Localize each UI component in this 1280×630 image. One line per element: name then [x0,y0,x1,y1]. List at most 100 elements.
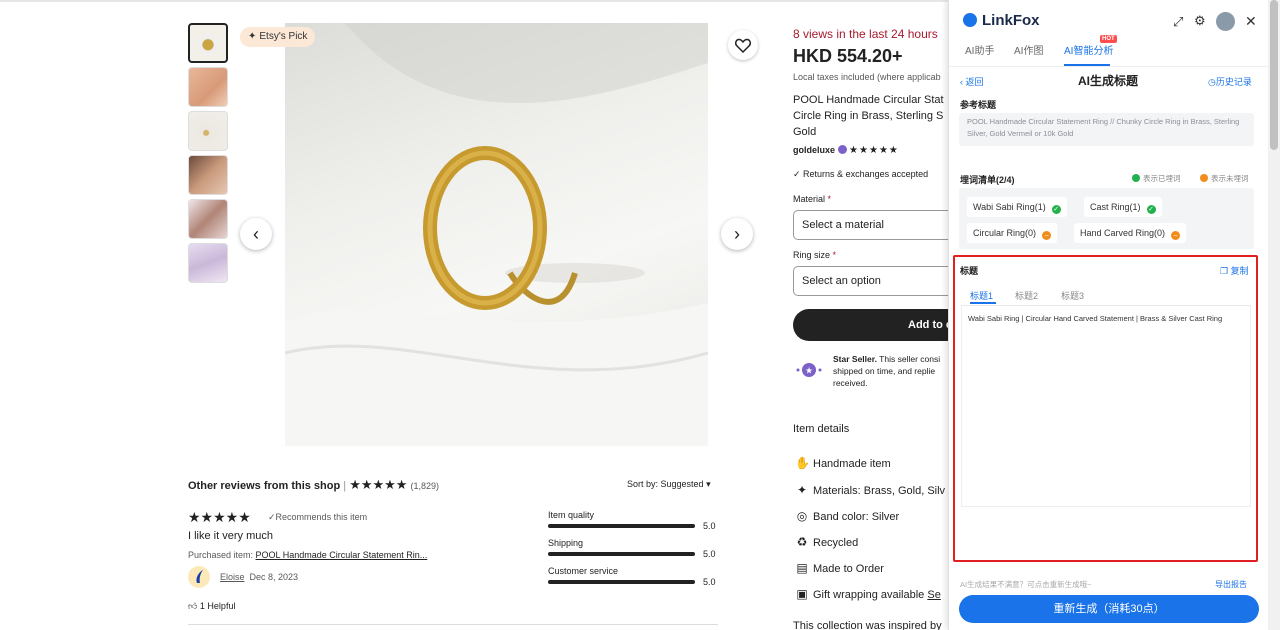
thumbnail-2[interactable] [188,67,228,107]
export-report-link[interactable]: 导出报告 [1215,579,1247,590]
rating-label-quality: Item quality [548,510,595,520]
thumbnail-4[interactable] [188,155,228,195]
svg-text:★: ★ [805,367,813,377]
purchased-item-link[interactable]: POOL Handmade Circular Statement Rin... [256,550,428,560]
star-seller-text: Star Seller. This seller consi shipped o… [833,354,941,388]
user-avatar[interactable] [1216,12,1235,31]
ref-title-label: 参考标题 [960,100,997,110]
reviews-header: Other reviews from this shop | ★★★★★ (1,… [188,477,440,492]
review-text: I like it very much [188,530,273,542]
green-dot-icon [1132,174,1140,182]
heart-icon [734,38,752,54]
purchased-item: Purchased item: POOL Handmade Circular S… [188,550,428,560]
prev-image-button[interactable]: ‹ [240,218,272,250]
back-button[interactable]: ‹ 返回 [960,75,984,88]
recycle-icon: ♻ [796,535,808,549]
linkfox-logo: LinkFox [963,12,1040,29]
ring-size-select[interactable]: Select an option [793,266,963,296]
shop-rating-stars: ★★★★★ [349,477,408,492]
review-count: (1,829) [410,481,440,491]
check-icon: ✓ [268,512,276,522]
copy-button[interactable]: ❐ 复制 [1220,264,1249,277]
ring-icon: ◎ [796,509,808,523]
detail-gift-wrapping: ▣ Gift wrapping available Se [796,587,941,601]
thumbnail-5[interactable] [188,199,228,239]
gear-icon[interactable]: ⚙ [1194,13,1206,29]
seller-name[interactable]: goldeluxe [793,145,835,155]
ring-size-label: Ring size * [793,250,837,260]
hot-badge: HOT [1100,35,1117,43]
reviews-title: Other reviews from this shop [188,480,341,492]
scrollbar-thumb[interactable] [1270,0,1278,150]
detail-handmade: ✋ Handmade item [795,456,891,470]
reviewer-avatar [188,566,210,588]
keyword-chip: Cast Ring(1) ✓ [1084,197,1162,217]
rating-label-shipping: Shipping [548,538,584,548]
history-button[interactable]: ◷历史记录 [1208,75,1252,88]
reviews-divider [188,624,718,625]
check-icon: ✓ [793,169,804,179]
item-details-heading[interactable]: Item details [793,423,849,435]
add-to-cart-button[interactable]: Add to c [793,309,963,341]
product-title: POOL Handmade Circular Stat Circle Ring … [793,94,944,138]
keyword-chip: Circular Ring(0) – [967,223,1058,243]
star-seller-badge-icon [837,145,847,154]
rating-bar-quality [548,524,695,528]
rating-value-quality: 5.0 [703,521,716,531]
etsys-pick-badge: ✦ Etsy's Pick [240,27,316,47]
product-main-image [285,23,708,446]
detail-band-color: ◎ Band color: Silver [796,509,900,523]
generated-title-area[interactable] [961,305,1251,507]
next-image-button[interactable]: › [721,218,753,250]
thumbnail-6[interactable] [188,243,228,283]
sort-dropdown[interactable]: Sort by: Suggested ▾ [627,479,711,490]
subtab-title-2[interactable]: 标题2 [1015,289,1038,302]
panel-divider [949,66,1268,67]
star-seller-icon: ★ [796,361,822,379]
expand-icon[interactable]: ⤢ [1173,14,1183,30]
regenerate-button[interactable]: 重新生成（消耗30点） [959,595,1259,623]
subtab-underline [970,302,996,304]
keywords-label: 埋词清单(2/4) [960,175,1015,185]
sparkle-icon: ✦ [248,31,257,42]
subtab-title-3[interactable]: 标题3 [1061,289,1084,302]
detail-made-to-order: ▤ Made to Order [796,561,884,575]
seller-stars: ★★★★★ [849,145,899,156]
material-select[interactable]: Select a material [793,210,963,240]
review-stars: ★★★★★ [188,509,251,525]
gift-icon: ▣ [796,587,808,601]
close-icon[interactable]: ✕ [1245,13,1257,30]
check-icon: ✓ [1146,205,1156,214]
reviewer-row: Eloise Dec 8, 2023 [220,572,298,582]
review-date: Dec 8, 2023 [249,572,299,582]
tab-ai-analysis[interactable]: AI智能分析 [1064,42,1113,57]
detail-materials: ✦ Materials: Brass, Gold, Silv [796,483,946,497]
rating-bar-service [548,580,695,584]
rating-label-service: Customer service [548,566,619,576]
thumbnail-1[interactable] [188,23,228,63]
gift-see-link[interactable]: Se [927,589,940,601]
tax-note: Local taxes included (where applicab [793,72,941,82]
tab-ai-assistant[interactable]: AI助手 [965,42,994,57]
legend-buried: 表示已埋词 [1132,173,1181,184]
regenerate-hint: AI生成结果不满意？可点击重新生成哦~ [960,580,1092,589]
rating-bar-shipping [548,552,695,556]
ref-title-box: POOL Handmade Circular Statement Ring //… [959,113,1254,146]
history-icon: ◷ [1208,77,1216,87]
reviewer-name[interactable]: Eloise [220,572,245,582]
thumbs-up-icon: 👍︎ [188,601,198,611]
tab-ai-drawing[interactable]: AI作图 [1014,42,1043,57]
rating-value-shipping: 5.0 [703,549,716,559]
chevron-right-icon: › [734,224,740,244]
subtab-title-1[interactable]: 标题1 [970,289,993,302]
orange-dot-icon [1200,174,1208,182]
favorite-button[interactable] [728,30,758,60]
generated-title-text: Wabi Sabi Ring | Circular Hand Carved St… [968,314,1223,323]
caret-down-icon: ▾ [706,479,711,489]
check-icon: ✓ [1051,205,1061,214]
helpful-button[interactable]: 👍︎ 1 Helpful [188,601,235,612]
minus-icon: – [1042,231,1052,240]
sparkle-icon: ✦ [796,483,808,497]
thumbnail-3[interactable] [188,111,228,151]
seller-row: goldeluxe ★★★★★ [793,145,899,156]
